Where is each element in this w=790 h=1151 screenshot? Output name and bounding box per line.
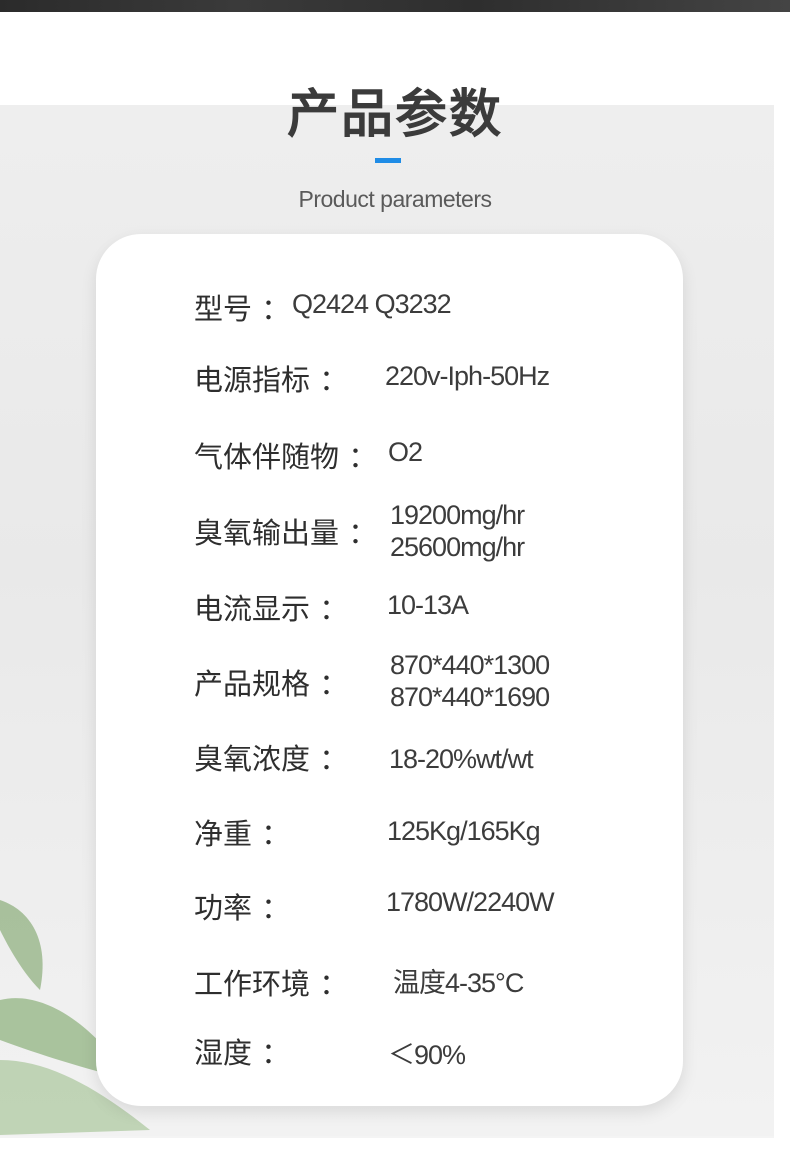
param-label: 臭氧浓度 ： [194, 742, 349, 776]
panel-bottom-edge [0, 1136, 774, 1138]
param-label: 电源指标 ： [194, 363, 349, 397]
section-title: 产品参数 [286, 85, 503, 145]
parameters-card: 型号 ： Q2424 Q3232 电源指标 ： 220v-Iph-50Hz 气体… [96, 234, 683, 1106]
param-value: 220v-Iph-50Hz [385, 361, 550, 391]
param-label: 气体伴随物 ： [194, 440, 378, 474]
param-value: ＜90% [388, 1040, 466, 1070]
param-label: 湿度 ： [194, 1036, 291, 1070]
param-label: 工作环境 ： [194, 967, 349, 1001]
param-value: 温度4-35°C [393, 968, 524, 998]
param-value: 18-20%wt/wt [389, 744, 534, 774]
param-label: 电流显示 ： [194, 592, 349, 626]
section-subtitle: Product parameters [298, 186, 492, 212]
param-value: 125Kg/165Kg [387, 816, 541, 846]
param-label: 臭氧输出量 ： [194, 516, 378, 550]
title-accent-bar [375, 158, 401, 163]
param-label: 产品规格 ： [194, 667, 349, 701]
top-image-strip [0, 0, 790, 12]
param-value-line-1: 870*440*1300 [390, 650, 550, 680]
param-value: Q2424 Q3232 [292, 289, 452, 319]
param-value-line-1: 19200mg/hr [390, 500, 525, 530]
param-label: 功率 ： [194, 891, 291, 925]
param-value-line-2: 25600mg/hr [390, 532, 525, 562]
param-label: 型号 ： [194, 292, 291, 326]
param-label: 净重 ： [194, 817, 291, 851]
param-value: 1780W/2240W [386, 887, 555, 917]
param-value: 10-13A [387, 590, 469, 620]
param-value: O2 [388, 437, 423, 467]
param-value-line-2: 870*440*1690 [390, 682, 550, 712]
